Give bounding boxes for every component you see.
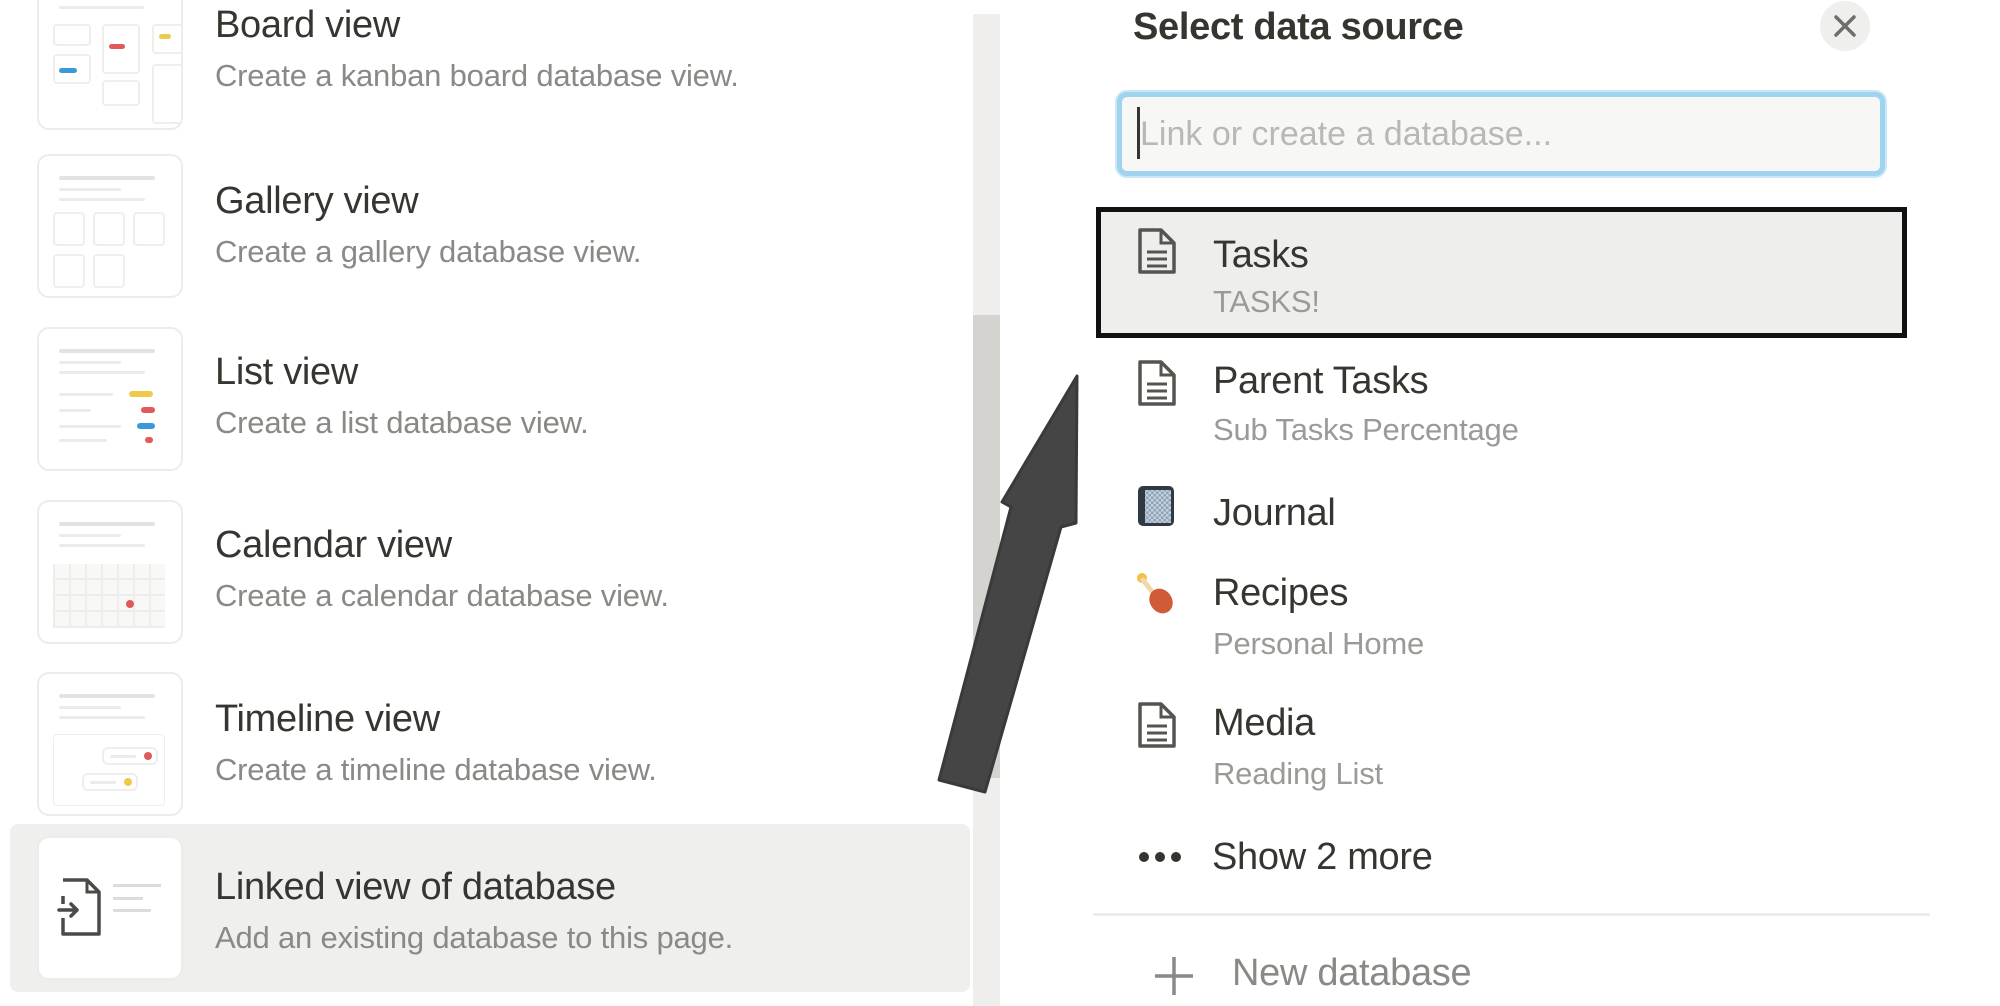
close-button[interactable] [1820, 1, 1870, 51]
board-view-thumbnail [37, 0, 183, 130]
source-item-journal[interactable]: Journal [1096, 470, 1907, 550]
menu-item-timeline-view[interactable]: Timeline view Create a timeline database… [10, 660, 970, 828]
more-dots-icon [1139, 852, 1181, 862]
source-item-recipes[interactable]: Recipes Personal Home [1096, 560, 1907, 670]
menu-item-list-view[interactable]: List view Create a list database view. [10, 315, 970, 483]
page-icon [1138, 360, 1176, 406]
menu-item-gallery-view[interactable]: Gallery view Create a gallery database v… [10, 142, 970, 310]
source-title: Journal [1213, 492, 1336, 534]
source-subtitle: Personal Home [1213, 626, 1425, 661]
view-title: List view [215, 351, 359, 393]
view-description: Create a kanban board database view. [215, 58, 739, 93]
page-icon [1138, 228, 1176, 274]
new-database-label: New database [1232, 952, 1472, 994]
menu-item-linked-view[interactable]: Linked view of database Add an existing … [10, 824, 970, 992]
menu-item-calendar-view[interactable]: Calendar view Create a calendar database… [10, 488, 970, 656]
plus-icon [1155, 957, 1193, 995]
source-subtitle: Sub Tasks Percentage [1213, 412, 1519, 447]
view-title: Linked view of database [215, 866, 616, 908]
gallery-view-thumbnail [37, 154, 183, 298]
view-description: Create a calendar database view. [215, 578, 669, 613]
notebook-icon [1138, 486, 1174, 526]
linked-database-icon [57, 878, 161, 936]
database-search-input[interactable] [1117, 92, 1885, 176]
view-title: Timeline view [215, 698, 440, 740]
source-title: Media [1213, 702, 1315, 744]
view-description: Add an existing database to this page. [215, 920, 734, 955]
view-description: Create a timeline database view. [215, 752, 657, 787]
poultry-leg-icon [1137, 573, 1173, 614]
scrollbar-thumb[interactable] [973, 315, 1000, 778]
source-title: Tasks [1213, 234, 1309, 276]
list-view-thumbnail [37, 327, 183, 471]
view-title: Calendar view [215, 524, 452, 566]
show-more-label: Show 2 more [1212, 836, 1433, 878]
source-subtitle: TASKS! [1213, 284, 1320, 319]
show-more-button[interactable]: Show 2 more [1130, 832, 1530, 882]
close-icon [1834, 15, 1856, 37]
linked-database-thumbnail [37, 836, 183, 980]
text-caret [1137, 107, 1140, 159]
view-description: Create a list database view. [215, 405, 589, 440]
view-description: Create a gallery database view. [215, 234, 642, 269]
source-item-parent-tasks[interactable]: Parent Tasks Sub Tasks Percentage [1096, 342, 1907, 452]
menu-item-board-view[interactable]: Board view Create a kanban board databas… [10, 0, 970, 142]
source-title: Recipes [1213, 572, 1349, 614]
divider [1093, 913, 1930, 916]
source-title: Parent Tasks [1213, 360, 1429, 402]
view-type-menu: Board view Create a kanban board databas… [0, 0, 972, 1006]
calendar-view-thumbnail [37, 500, 183, 644]
source-item-media[interactable]: Media Reading List [1096, 690, 1907, 800]
view-title: Gallery view [215, 180, 419, 222]
source-item-tasks[interactable]: Tasks TASKS! [1096, 207, 1907, 338]
view-title: Board view [215, 4, 400, 46]
new-database-button[interactable]: New database [1140, 948, 1560, 1004]
timeline-view-thumbnail [37, 672, 183, 816]
source-subtitle: Reading List [1213, 756, 1383, 791]
page-icon [1138, 702, 1176, 748]
panel-title: Select data source [1133, 6, 1464, 48]
